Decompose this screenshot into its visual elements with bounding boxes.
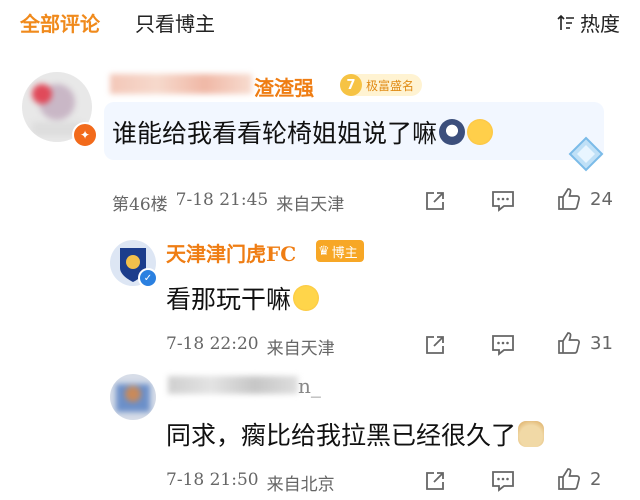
comment-meta: 7-18 22:20 来自天津 [166,334,335,359]
comment-location: 来自天津 [266,339,335,359]
verified-badge-icon: ✦ [72,122,98,148]
sort-button[interactable]: 热度 [556,8,620,37]
share-icon[interactable] [423,333,447,357]
fame-level: 7 [340,74,362,96]
comment-text: 谁能给我看看轮椅姐姐说了嘛 [112,114,494,150]
diamond-sticker-icon [568,136,604,172]
comment-username[interactable]: n_ [298,374,321,398]
like-button[interactable]: 31 [556,330,613,356]
comment-icon[interactable] [490,188,516,214]
comment-username[interactable]: 天津津门虎FC [166,238,296,267]
doge-emoji-icon [518,421,545,447]
verified-badge-icon: ✓ [138,268,158,288]
share-icon[interactable] [423,469,447,493]
tab-blogger-only[interactable]: 只看博主 [135,8,215,37]
username-redacted [168,376,298,394]
comment-icon[interactable] [490,468,516,494]
blogger-tag: ♛ 博主 [316,240,364,262]
heart-eyes-emoji-icon [467,119,494,145]
fame-badge: 7 极富盛名 [340,74,423,96]
crown-icon: ♛ [318,243,330,259]
like-button[interactable]: 2 [556,466,601,492]
floor-number: 第46楼 [112,195,168,215]
like-count: 24 [590,188,613,210]
username-redacted [110,74,252,94]
thumbs-up-icon [558,188,580,210]
comment-time: 7-18 21:50 [166,470,259,490]
tab-all-comments[interactable]: 全部评论 [20,8,100,37]
comment-time: 7-18 21:45 [175,190,269,210]
share-icon[interactable] [423,189,447,213]
like-button[interactable]: 24 [556,186,613,212]
comment-text: 同求，瘸比给我拉黑已经很久了 [166,416,545,452]
comment-meta: 7-18 21:50 来自北京 [166,470,335,495]
comment-location: 来自北京 [266,475,335,495]
comment-username[interactable]: 渣渣强 [254,72,314,101]
avatar[interactable] [110,374,156,420]
sort-icon [557,14,574,30]
comment-location: 来自天津 [276,195,345,215]
comment-time: 7-18 22:20 [166,334,259,354]
comment-icon[interactable] [490,332,516,358]
like-count: 2 [590,468,602,490]
thumbs-up-icon [558,468,580,490]
comment-meta: 第46楼 7-18 21:45 来自天津 [112,190,344,215]
thumbs-up-icon [558,332,580,354]
fame-label: 极富盛名 [366,78,415,93]
sort-label: 热度 [580,12,620,36]
laughing-tears-emoji-icon [293,285,320,311]
blogger-tag-label: 博主 [331,245,358,261]
comment-text: 看那玩干嘛 [166,280,320,316]
like-count: 31 [590,332,613,354]
emoji-icon [439,119,466,145]
